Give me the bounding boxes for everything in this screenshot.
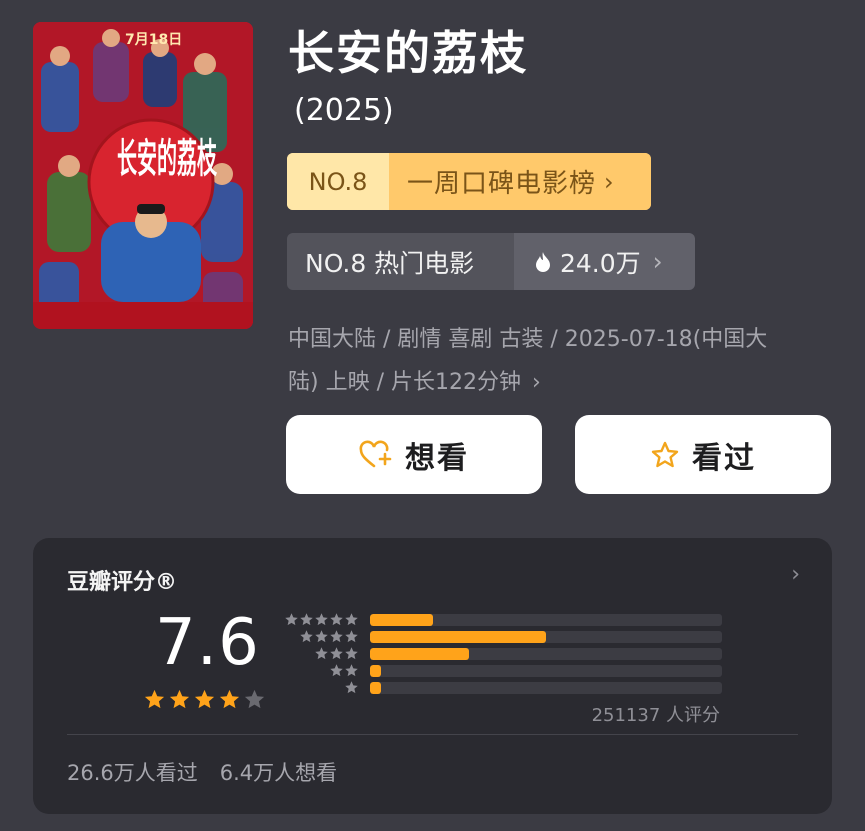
hot-rank-label: NO.8 热门电影 — [287, 233, 514, 290]
movie-detail-page: 长安的荔枝 7月18日 长安的荔枝 (2025) NO.8 一周口碑电影榜 › … — [0, 0, 865, 831]
distribution-bar-2 — [370, 665, 722, 677]
heat-value: 24.0万 — [560, 248, 641, 278]
audience-stats: 26.6万人看过 6.4万人想看 — [67, 757, 337, 787]
distribution-bar-4 — [370, 631, 722, 643]
rating-title: 豆瓣评分® — [67, 570, 178, 595]
weekly-ranking-badge[interactable]: NO.8 一周口碑电影榜 › — [287, 153, 651, 210]
douban-rating-card[interactable]: 豆瓣评分® › 7.6 251137 人评分 26.6万人看过 6.4万人想看 — [33, 538, 832, 814]
star-outline-icon — [651, 441, 679, 467]
star-small-icon — [299, 629, 314, 646]
star-small-icon — [284, 612, 299, 629]
rating-stars — [143, 688, 266, 715]
want-count: 6.4万人想看 — [219, 761, 338, 785]
star-small-icon — [329, 629, 344, 646]
star-small-icon — [344, 663, 359, 680]
distribution-fill-5 — [370, 614, 434, 626]
poster-release-date: 7月18日 — [125, 32, 182, 48]
star-small-icon — [344, 646, 359, 663]
star-small-icon — [314, 629, 329, 646]
star-level-3 — [281, 646, 359, 663]
rating-distribution-labels — [281, 612, 359, 697]
star-small-icon — [314, 612, 329, 629]
distribution-bar-3 — [370, 648, 722, 660]
distribution-bar-1 — [370, 682, 722, 694]
star-level-4 — [281, 629, 359, 646]
flame-icon — [536, 251, 550, 272]
hot-ranking-badge[interactable]: NO.8 热门电影 24.0万 › — [287, 233, 695, 290]
divider — [67, 734, 798, 735]
meta-line-2: 陆) 上映 / 片长122分钟 — [288, 370, 521, 395]
rating-distribution-bars — [370, 614, 722, 699]
rating-count: 251137 人评分 — [591, 705, 720, 726]
rating-score: 7.6 — [155, 606, 260, 680]
want-to-watch-button[interactable]: 想看 — [286, 415, 542, 494]
seen-count: 26.6万人看过 — [67, 761, 198, 785]
movie-meta-info[interactable]: 中国大陆 / 剧情 喜剧 古装 / 2025-07-18(中国大 陆) 上映 /… — [288, 318, 828, 404]
distribution-fill-4 — [370, 631, 546, 643]
star-filled-icon — [218, 688, 241, 715]
star-level-2 — [281, 663, 359, 680]
chevron-right-icon: › — [652, 247, 663, 276]
heart-plus-icon — [359, 440, 392, 467]
poster-image: 长安的荔枝 7月18日 — [33, 22, 253, 329]
movie-title: 长安的荔枝 — [288, 26, 528, 80]
star-small-icon — [329, 646, 344, 663]
star-small-icon — [344, 680, 359, 697]
star-small-icon — [329, 663, 344, 680]
weekly-rank-list: 一周口碑电影榜 › — [389, 153, 651, 210]
star-small-icon — [314, 646, 329, 663]
movie-year: (2025) — [294, 93, 394, 128]
meta-line-1: 中国大陆 / 剧情 喜剧 古装 / 2025-07-18(中国大 — [288, 327, 768, 352]
poster-title-art: 长安的荔枝 — [117, 135, 217, 182]
weekly-rank-list-name: 一周口碑电影榜 — [407, 169, 597, 199]
star-small-icon — [329, 612, 344, 629]
distribution-fill-1 — [370, 682, 381, 694]
weekly-rank-number: NO.8 — [287, 153, 389, 210]
star-small-icon — [344, 629, 359, 646]
star-small-icon — [299, 612, 314, 629]
star-small-icon — [344, 612, 359, 629]
star-filled-icon — [193, 688, 216, 715]
star-level-1 — [281, 680, 359, 697]
watched-button[interactable]: 看过 — [575, 415, 831, 494]
chevron-right-icon: › — [604, 167, 615, 196]
heat-indicator: 24.0万 › — [514, 233, 695, 290]
movie-poster[interactable]: 长安的荔枝 7月18日 — [33, 22, 253, 329]
seen-label: 看过 — [692, 440, 756, 476]
distribution-bar-5 — [370, 614, 722, 626]
star-level-5 — [281, 612, 359, 629]
distribution-fill-3 — [370, 648, 469, 660]
star-empty-icon — [243, 688, 266, 715]
distribution-fill-2 — [370, 665, 381, 677]
want-label: 想看 — [405, 440, 469, 476]
star-filled-icon — [168, 688, 191, 715]
chevron-right-icon: › — [531, 370, 541, 395]
star-filled-icon — [143, 688, 166, 715]
chevron-right-icon[interactable]: › — [791, 562, 800, 587]
